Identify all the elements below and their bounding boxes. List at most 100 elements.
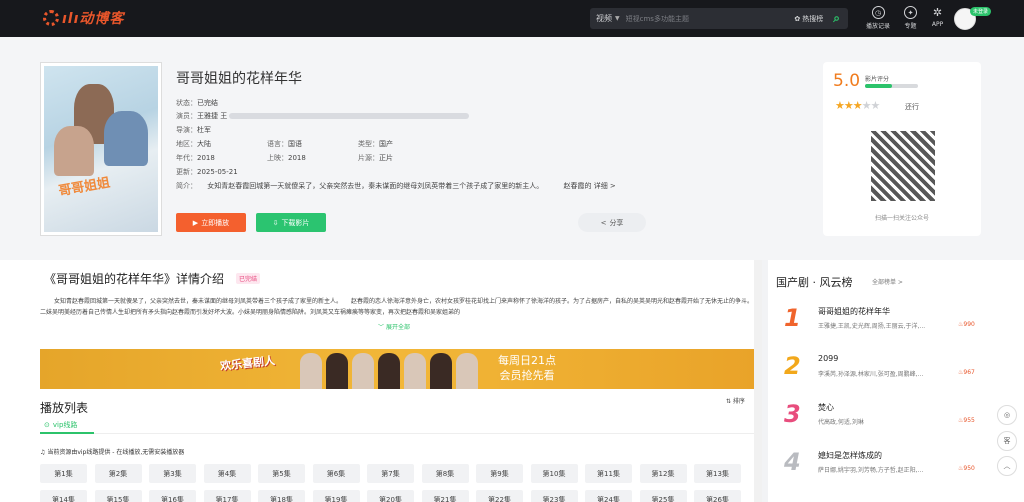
episode-button[interactable]: 第15集 xyxy=(94,490,142,502)
episode-button[interactable]: 第3集 xyxy=(149,464,196,483)
rank-heat: ♨950 xyxy=(958,465,975,472)
rank-number: 1 xyxy=(784,304,801,332)
app-icon: ✲ xyxy=(932,6,943,19)
meta-status: 状态：已完结 xyxy=(176,98,218,108)
rank-title[interactable]: 媳妇是怎样炼成的 xyxy=(818,450,882,461)
episode-button[interactable]: 第8集 xyxy=(421,464,469,483)
episode-button[interactable]: 第7集 xyxy=(367,464,414,483)
back-to-top-icon[interactable]: ︿ xyxy=(997,456,1017,476)
nav-topics-label: 专题 xyxy=(904,23,917,30)
region-key: 地区： xyxy=(176,140,197,148)
play-circle-icon: ⊙ xyxy=(44,421,50,429)
download-button[interactable]: ⇩ 下载影片 xyxy=(256,213,326,232)
nav-topics[interactable]: ✦ 专题 xyxy=(904,6,918,30)
movie-poster[interactable]: 哥哥姐姐 xyxy=(40,62,162,236)
episode-button[interactable]: 第6集 xyxy=(312,464,360,483)
rank-title[interactable]: 哥哥姐姐的花样年华 xyxy=(818,306,890,317)
play-button[interactable]: ▶ 立即播放 xyxy=(176,213,246,232)
rank-cast: 王雅捷,王凯,史光辉,周扬,王丽云,于洋,... xyxy=(818,323,926,330)
expand-link[interactable]: ﹀ 展开全部 xyxy=(378,322,410,331)
promo-banner[interactable]: 欢乐喜剧人 每周日21点 会员抢先看 xyxy=(40,349,754,389)
nav-app[interactable]: ✲ APP xyxy=(931,6,944,30)
rank-cast: 萨日娜,姚宇羽,刘芳畅,方子哲,赵正阳,... xyxy=(818,467,924,474)
rank-heat-value: 955 xyxy=(963,417,975,424)
site-logo[interactable]: ılı动博客 xyxy=(43,8,124,28)
tab-vip-label: vip线路 xyxy=(52,421,78,429)
rank-heat: ♨967 xyxy=(958,369,975,376)
episode-button[interactable]: 第26集 xyxy=(694,490,741,502)
tab-vip-line[interactable]: ⊙ vip线路 xyxy=(44,420,77,430)
search-type-select[interactable]: 视频 ▼ xyxy=(590,13,626,24)
episode-button[interactable]: 第22集 xyxy=(476,490,523,502)
episode-button[interactable]: 第12集 xyxy=(639,464,687,483)
rank-heat: ♨955 xyxy=(958,417,975,424)
star-icon[interactable]: ★ xyxy=(862,99,872,112)
episode-button[interactable]: 第11集 xyxy=(585,464,632,483)
meta-actors: 演员：王雅捷 王 xyxy=(176,111,470,121)
logo-text: ılı动博客 xyxy=(62,11,125,27)
banner-line-2: 会员抢先看 xyxy=(499,369,555,382)
lang-key: 语言： xyxy=(267,140,288,148)
search-type-label: 视频 xyxy=(596,14,612,23)
nav-history[interactable]: ◷ 播放记录 xyxy=(866,6,890,30)
fab-service-icon[interactable]: 客 xyxy=(997,431,1017,451)
source-notice: ♫ 当前资源由vip线路提供 - 在线播放,无需安装播放器 xyxy=(40,447,184,456)
director-value[interactable]: 杜军 xyxy=(197,126,211,134)
share-icon: < xyxy=(600,218,607,227)
rank-title[interactable]: 2099 xyxy=(818,354,838,363)
sort-button[interactable]: ⇅ 排序 xyxy=(726,396,745,405)
episode-button[interactable]: 第9集 xyxy=(476,464,523,483)
rank-item[interactable]: 1 哥哥姐姐的花样年华王雅捷,王凯,史光辉,周扬,王丽云,于洋,... ♨990 xyxy=(774,304,986,344)
score-bar-fill xyxy=(865,84,892,88)
ranking-more-link[interactable]: 全部榜单 > xyxy=(872,277,903,286)
episode-button[interactable]: 第14集 xyxy=(40,490,87,502)
rank-item[interactable]: 4 媳妇是怎样炼成的萨日娜,姚宇羽,刘芳畅,方子哲,赵正阳,... ♨950 xyxy=(774,448,986,488)
search-icon[interactable]: ⌕ xyxy=(833,11,840,26)
episode-button[interactable]: 第19集 xyxy=(312,490,360,502)
episode-button[interactable]: 第18集 xyxy=(258,490,305,502)
fab-target-icon[interactable]: ◎ xyxy=(997,405,1017,425)
star-icon[interactable]: ★ xyxy=(871,99,881,112)
nav-app-label: APP xyxy=(931,21,944,28)
episode-button[interactable]: 第24集 xyxy=(585,490,632,502)
episode-button[interactable]: 第10集 xyxy=(530,464,578,483)
update-key: 更新： xyxy=(176,168,197,176)
meta-year: 年代：2018 xyxy=(176,153,215,163)
episode-button[interactable]: 第23集 xyxy=(530,490,578,502)
episode-button[interactable]: 第25集 xyxy=(639,490,687,502)
playlist-title: 播放列表 xyxy=(40,401,89,415)
episode-button[interactable]: 第2集 xyxy=(94,464,142,483)
share-button[interactable]: < 分享 xyxy=(578,213,646,232)
play-button-label: 立即播放 xyxy=(201,218,230,227)
rank-heat: ♨990 xyxy=(958,321,975,328)
episode-button[interactable]: 第1集 xyxy=(40,464,87,483)
episode-button[interactable]: 第13集 xyxy=(694,464,741,483)
episode-button[interactable]: 第4集 xyxy=(203,464,251,483)
rank-item[interactable]: 2 2099 李溪芮,孙泽源,林家川,张可盈,周鹏峰,... ♨967 xyxy=(774,352,986,392)
globe-icon: ✦ xyxy=(904,6,918,19)
score-bar xyxy=(865,84,918,88)
actors-value[interactable]: 王雅捷 王 xyxy=(197,112,227,120)
rank-title[interactable]: 焚心 xyxy=(818,402,834,413)
release-key: 上映： xyxy=(267,154,288,162)
search-input[interactable] xyxy=(625,14,795,23)
star-icon[interactable]: ★ xyxy=(844,99,854,112)
source-key: 片源： xyxy=(358,154,379,162)
banner-right-text: 每周日21点 会员抢先看 xyxy=(498,353,556,383)
rank-number: 4 xyxy=(784,448,801,476)
episode-button[interactable]: 第21集 xyxy=(421,490,469,502)
episode-button[interactable]: 第17集 xyxy=(203,490,251,502)
rank-item[interactable]: 3 焚心 代高政,何适,刘琳 ♨955 xyxy=(774,400,986,440)
status-value: 已完结 xyxy=(197,99,218,107)
detail-link[interactable]: 详细 > xyxy=(594,182,616,190)
logo-icon xyxy=(43,10,59,26)
episode-button[interactable]: 第16集 xyxy=(149,490,196,502)
rank-cast: 代高政,何适,刘琳 xyxy=(818,419,864,426)
episode-button[interactable]: 第5集 xyxy=(258,464,305,483)
star-icon[interactable]: ★ xyxy=(835,99,845,112)
scrollbar[interactable] xyxy=(754,260,762,502)
star-icon[interactable]: ★ xyxy=(853,99,863,112)
hot-search-link[interactable]: ✿ 热搜榜 xyxy=(794,14,823,24)
episode-button[interactable]: 第20集 xyxy=(367,490,414,502)
rating-stars[interactable]: ★★★★★ xyxy=(835,99,881,112)
